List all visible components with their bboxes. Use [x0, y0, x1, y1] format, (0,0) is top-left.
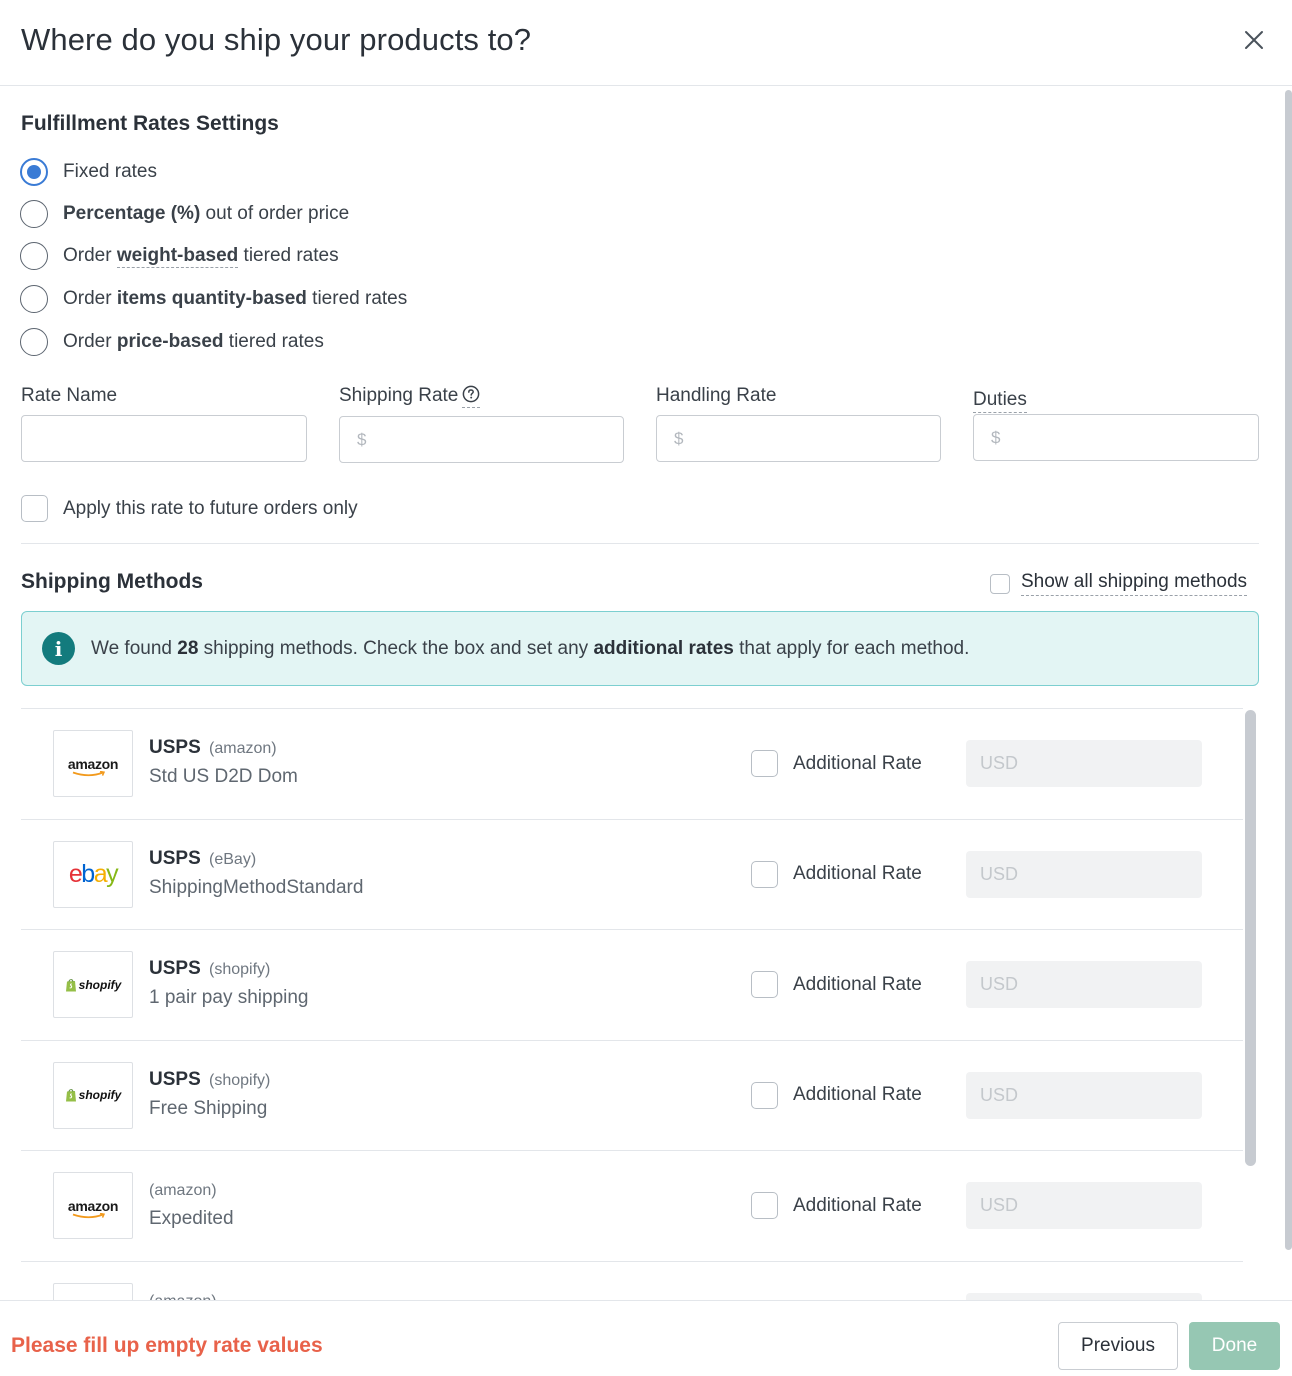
method-name: Free Shipping: [149, 1097, 268, 1119]
additional-rate-input[interactable]: USD: [966, 961, 1202, 1008]
radio-label: Order weight-based tiered rates: [63, 245, 339, 268]
shopify-logo: shopify: [53, 951, 133, 1018]
additional-rate-label: Additional Rate: [793, 973, 922, 995]
future-orders-option[interactable]: Apply this rate to future orders only: [21, 495, 358, 522]
future-orders-label: Apply this rate to future orders only: [63, 497, 358, 519]
modal-footer: Please fill up empty rate values Previou…: [0, 1300, 1292, 1376]
method-name: Expedited: [149, 1208, 234, 1229]
question-circle-icon[interactable]: [462, 385, 481, 408]
info-text: We found 28 shipping methods. Check the …: [91, 637, 970, 659]
show-all-checkbox[interactable]: [990, 573, 1010, 594]
future-orders-checkbox[interactable]: [21, 495, 48, 522]
additional-rate-input[interactable]: USD: [966, 850, 1202, 898]
amazon-logo: amazon: [53, 1172, 133, 1239]
shipping-rate-label: Shipping Rate: [339, 385, 481, 408]
list-item: ebay USPS (eBay) ShippingMethodStandard …: [21, 820, 1243, 930]
additional-rate-label: Additional Rate: [793, 863, 922, 884]
additional-rate-option[interactable]: Additional Rate: [751, 1081, 922, 1109]
additional-rate-label: Additional Rate: [793, 1084, 922, 1105]
additional-rate-input[interactable]: USD: [966, 740, 1202, 787]
radio-quantity-based[interactable]: Order items quantity-based tiered rates: [20, 284, 407, 314]
additional-rate-checkbox[interactable]: [751, 1192, 778, 1219]
method-name: 1 pair pay shipping: [149, 987, 309, 1008]
radio-button[interactable]: [20, 285, 48, 313]
additional-rate-input[interactable]: USD: [966, 1182, 1202, 1229]
radio-button[interactable]: [20, 328, 48, 356]
additional-rate-option[interactable]: Additional Rate: [751, 1192, 922, 1219]
methods-scrollbar[interactable]: [1245, 710, 1256, 1166]
method-title: USPS (shopify): [149, 958, 271, 979]
ebay-logo: ebay: [53, 840, 133, 908]
shipping-modal: Where do you ship your products to? Fulf…: [0, 0, 1292, 1376]
additional-rate-checkbox[interactable]: [751, 750, 778, 777]
error-message: Please fill up empty rate values: [11, 1334, 323, 1357]
additional-rate-label: Additional Rate: [793, 752, 922, 774]
radio-price-based[interactable]: Order price-based tiered rates: [20, 327, 324, 357]
radio-fixed-rates[interactable]: Fixed rates: [20, 157, 157, 187]
weight-based-tooltip-term[interactable]: weight-based: [116, 245, 239, 268]
modal-title: Where do you ship your products to?: [21, 22, 532, 57]
shipping-rate-input[interactable]: $: [339, 416, 624, 463]
radio-weight-based[interactable]: Order weight-based tiered rates: [20, 241, 339, 271]
radio-label: Order items quantity-based tiered rates: [63, 288, 408, 309]
additional-rate-label: Additional Rate: [793, 1194, 922, 1216]
radio-button[interactable]: [20, 158, 48, 186]
amazon-logo: amazon: [53, 730, 133, 797]
list-item: amazon USPS (amazon) Std US D2D Dom Addi…: [21, 709, 1243, 820]
close-button[interactable]: [1240, 26, 1268, 54]
method-title: USPS (amazon): [149, 737, 277, 758]
radio-label: Percentage (%) out of order price: [63, 203, 350, 224]
radio-button[interactable]: [20, 200, 48, 228]
list-item: shopify USPS (shopify) Free Shipping Add…: [21, 1041, 1243, 1151]
modal-header: Where do you ship your products to?: [0, 0, 1292, 86]
duties-label[interactable]: Duties: [973, 389, 1027, 413]
additional-rate-option[interactable]: Additional Rate: [751, 971, 922, 998]
show-all-methods-option[interactable]: Show all shipping methods: [990, 571, 1248, 596]
additional-rate-option[interactable]: Additional Rate: [751, 750, 922, 777]
radio-percentage[interactable]: Percentage (%) out of order price: [20, 199, 349, 229]
previous-button[interactable]: Previous: [1058, 1322, 1178, 1370]
additional-rate-checkbox[interactable]: [751, 860, 778, 888]
additional-rate-input[interactable]: USD: [966, 1071, 1202, 1119]
method-name: Std US D2D Dom: [149, 766, 298, 787]
shipping-methods-list: amazon USPS (amazon) Std US D2D Dom Addi…: [21, 708, 1243, 1308]
shopify-logo: shopify: [53, 1061, 133, 1129]
handling-rate-input[interactable]: $: [656, 415, 941, 462]
radio-button[interactable]: [20, 242, 48, 270]
modal-scrollbar[interactable]: [1285, 90, 1292, 1250]
done-button[interactable]: Done: [1189, 1322, 1280, 1370]
radio-label: Fixed rates: [63, 161, 157, 182]
show-all-label: Show all shipping methods: [1021, 571, 1248, 596]
list-item: amazon (amazon) Expedited Additional Rat…: [21, 1151, 1243, 1262]
additional-rate-checkbox[interactable]: [751, 1081, 778, 1109]
duties-input[interactable]: $: [973, 414, 1259, 461]
additional-rate-option[interactable]: Additional Rate: [751, 860, 922, 888]
method-title: (amazon): [149, 1182, 217, 1199]
additional-rate-checkbox[interactable]: [751, 971, 778, 998]
radio-label: Order price-based tiered rates: [63, 331, 324, 352]
method-title: USPS (eBay): [149, 847, 257, 869]
section-divider: [21, 543, 1259, 544]
close-icon: [1245, 31, 1263, 49]
method-title: USPS (shopify): [149, 1068, 271, 1090]
fulfillment-section-title: Fulfillment Rates Settings: [21, 112, 279, 135]
info-icon: i: [42, 632, 75, 665]
handling-rate-label: Handling Rate: [656, 385, 777, 406]
rate-name-input[interactable]: [21, 415, 307, 462]
list-item: shopify USPS (shopify) 1 pair pay shippi…: [21, 930, 1243, 1041]
shipping-methods-title: Shipping Methods: [21, 570, 203, 593]
method-name: ShippingMethodStandard: [149, 876, 364, 898]
rate-name-label: Rate Name: [21, 385, 118, 406]
info-banner: i We found 28 shipping methods. Check th…: [21, 611, 1259, 686]
